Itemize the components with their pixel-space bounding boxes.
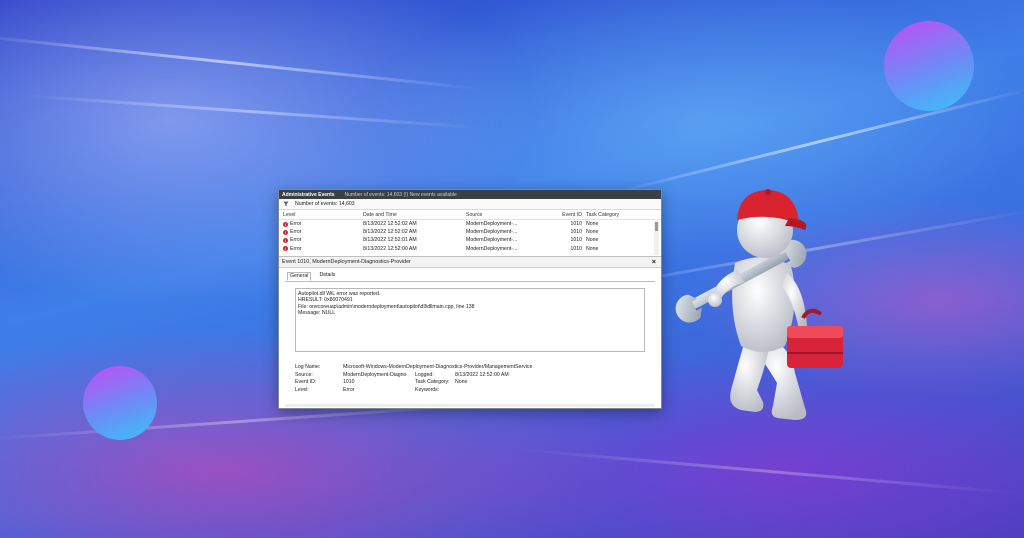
row-category: None (586, 221, 599, 228)
row-level: Error (290, 245, 302, 252)
error-icon: ! (283, 246, 288, 252)
filter-bar: Number of events: 14,603 (279, 199, 661, 210)
task-category-value: None (455, 379, 468, 386)
column-header-date[interactable]: Date and Time (363, 212, 466, 218)
event-detail-header: Event 1010, ModernDeployment-Diagnostics… (279, 257, 661, 268)
row-event-id: 1010 (570, 229, 582, 236)
event-detail-title: Event 1010, ModernDeployment-Diagnostics… (282, 259, 411, 265)
scrollbar-thumb[interactable] (655, 222, 658, 231)
decorative-circle (83, 366, 157, 440)
detail-tabs: General Details (279, 268, 661, 281)
row-event-id: 1010 (570, 237, 582, 244)
row-source: ModernDeployment-... (466, 245, 518, 252)
column-header-level[interactable]: Level (279, 212, 363, 218)
toolbox-icon (787, 308, 843, 368)
events-table: Level Date and Time Source Event ID Task… (279, 210, 661, 257)
table-row[interactable]: ! Error 8/13/2022 12:52:00 AM ModernDeplo… (279, 245, 661, 253)
light-streak (520, 448, 1020, 495)
window-title: Administrative Events (282, 191, 335, 198)
column-header-event-id[interactable]: Event ID (556, 212, 586, 218)
table-row[interactable]: ! Error 8/13/2022 12:52:02 AM ModernDeplo… (279, 220, 661, 228)
log-name-label: Log Name: (295, 364, 321, 370)
tab-general[interactable]: General (287, 272, 312, 281)
row-category: None (586, 245, 599, 252)
event-count: Number of events: 14,603 (295, 201, 355, 207)
filter-icon[interactable] (283, 201, 289, 207)
light-streak (20, 93, 480, 130)
row-date: 8/13/2022 12:52:00 AM (363, 245, 417, 252)
light-streak (0, 32, 479, 91)
row-category: None (586, 237, 599, 244)
source-label: Source: (295, 371, 313, 378)
window-title-bar: Administrative Events Number of events: … (279, 190, 661, 199)
logged-label: Logged: (415, 371, 434, 378)
row-level: Error (290, 237, 302, 244)
row-level: Error (290, 229, 302, 236)
row-date: 8/13/2022 12:52:02 AM (363, 229, 417, 236)
table-scrollbar[interactable] (654, 219, 659, 255)
row-category: None (586, 229, 599, 236)
logged-value: 8/13/2022 12:52:00 AM (455, 371, 509, 378)
tab-details[interactable]: Details (317, 272, 337, 281)
close-icon[interactable]: × (652, 259, 656, 266)
row-event-id: 1010 (570, 221, 582, 228)
row-source: ModernDeployment-... (466, 237, 518, 244)
horizontal-scrollbar[interactable] (285, 404, 655, 407)
table-row[interactable]: ! Error 8/13/2022 12:52:02 AM ModernDeplo… (279, 228, 661, 236)
log-name-value: Microsoft-Windows-ModernDeployment-Diagn… (343, 364, 533, 370)
event-message-box[interactable]: Autopilot.dll WiL error was reported. HR… (295, 288, 645, 352)
event-properties: Log Name: Microsoft-Windows-ModernDeploy… (295, 364, 645, 393)
row-date: 8/13/2022 12:52:02 AM (363, 221, 417, 228)
level-value: Error (343, 387, 355, 394)
keywords-label: Keywords: (415, 387, 440, 394)
window-title-info: Number of events: 14,603 (!) New events … (344, 191, 457, 198)
source-value: ModernDeployment-Diagno (343, 371, 407, 378)
row-source: ModernDeployment-... (466, 229, 518, 236)
decorative-circle (884, 21, 974, 111)
message-line: Message: NULL (298, 309, 336, 316)
event-id-label: Event ID: (295, 379, 317, 386)
table-row[interactable]: ! Error 8/13/2022 12:52:01 AM ModernDeplo… (279, 236, 661, 244)
error-icon: ! (283, 221, 288, 227)
row-event-id: 1010 (570, 245, 582, 252)
task-category-label: Task Category: (415, 379, 450, 386)
table-header: Level Date and Time Source Event ID Task… (279, 210, 661, 220)
row-level: Error (290, 221, 302, 228)
column-header-source[interactable]: Source (466, 212, 556, 218)
repairman-mascot (675, 189, 843, 420)
row-source: ModernDeployment-... (466, 221, 518, 228)
event-viewer-window: Administrative Events Number of events: … (278, 189, 662, 409)
row-date: 8/13/2022 12:52:01 AM (363, 237, 417, 244)
general-panel: Autopilot.dll WiL error was reported. HR… (285, 281, 655, 399)
level-label: Level: (295, 387, 309, 394)
event-id-value: 1010 (343, 379, 355, 386)
keywords-value (455, 387, 655, 393)
error-icon: ! (283, 237, 288, 243)
column-header-task-category[interactable]: Task Category (586, 212, 636, 218)
error-icon: ! (283, 229, 288, 235)
